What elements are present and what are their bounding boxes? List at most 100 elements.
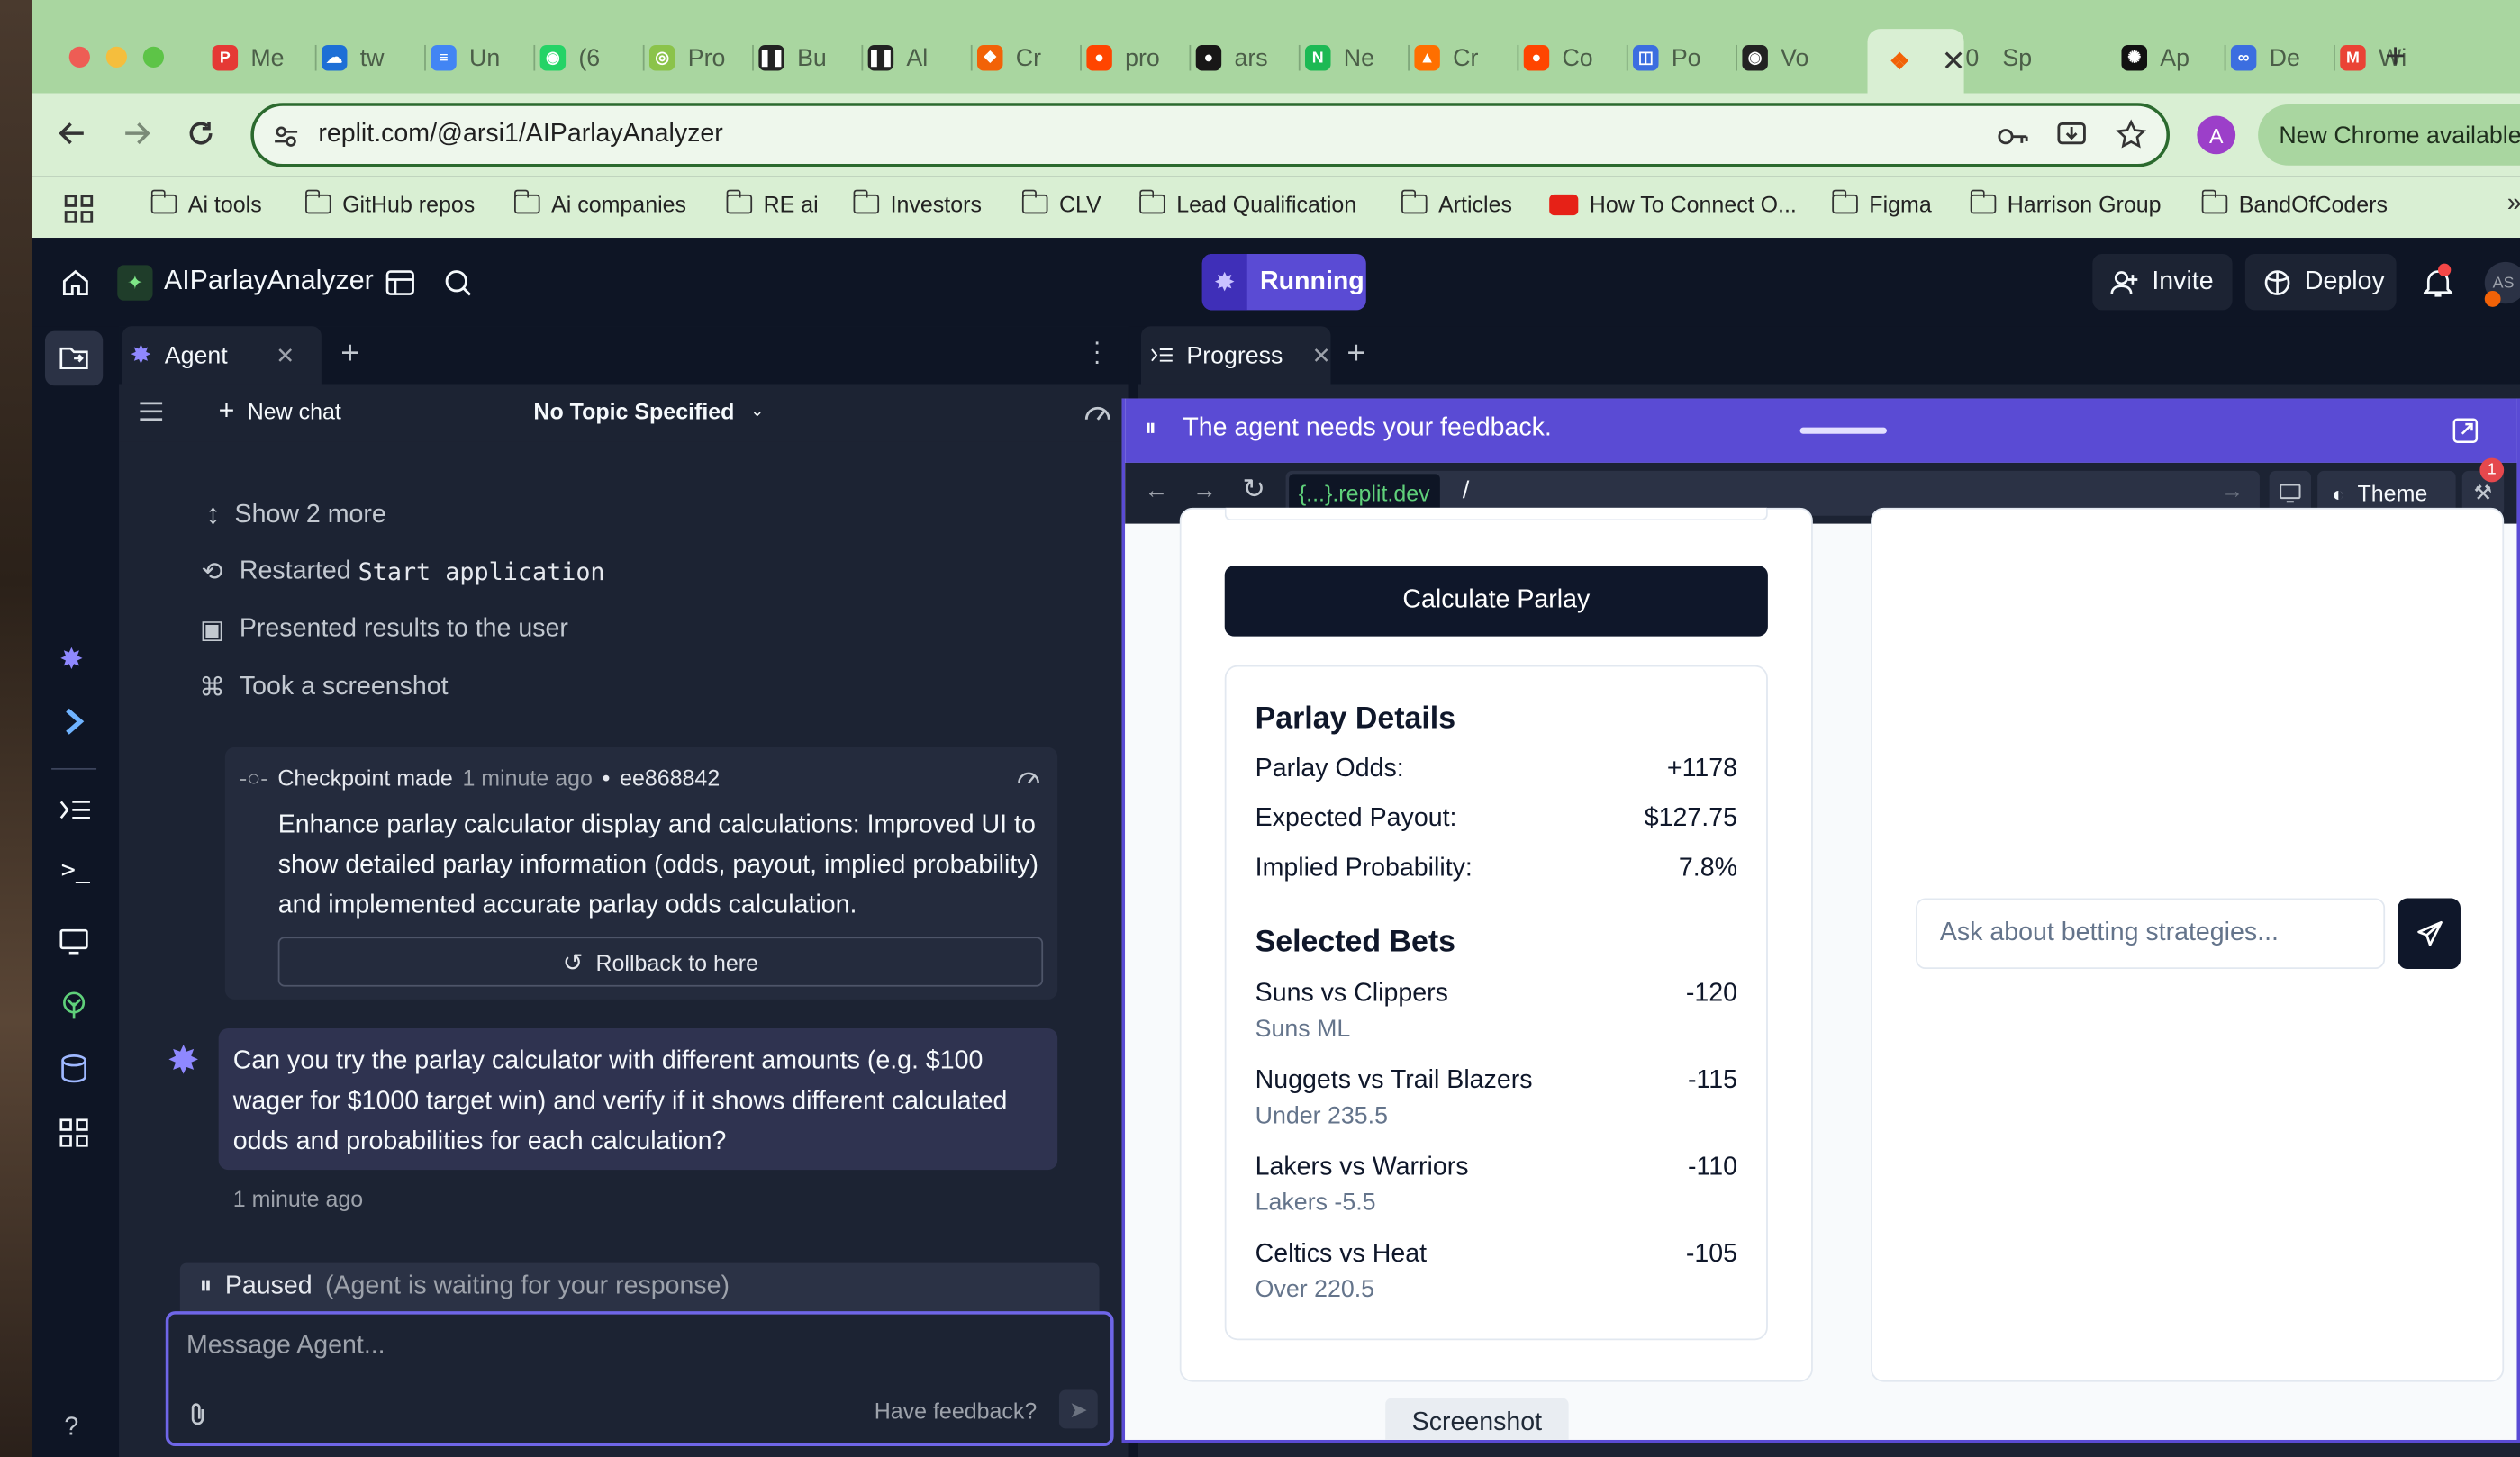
tab-cr[interactable]: ❖ Cr [976,35,1067,80]
go-icon[interactable]: → [2221,477,2244,503]
tab-ap[interactable]: ✺ Ap [2121,35,2211,80]
panel-menu-icon[interactable]: · · · [1092,330,1101,376]
project-icon[interactable]: ✦ [117,265,153,301]
bookmark-re-ai[interactable]: RE ai [726,189,819,217]
back-icon[interactable] [58,119,86,148]
tab-(6[interactable]: ◉ (6 [539,35,630,80]
tab-tw[interactable]: ☁ tw [321,35,412,80]
invite-button[interactable]: Invite [2092,253,2233,311]
close-agent-tab-icon[interactable]: ✕ [276,341,295,368]
assistant-icon[interactable] [61,707,87,736]
checkpoint-hash[interactable]: ee868842 [620,765,720,791]
drag-handle[interactable] [1799,427,1887,434]
agent-step[interactable]: ⌘ Took a screenshot [199,672,448,704]
help-icon[interactable]: ? [64,1414,78,1443]
bookmark-figma[interactable]: Figma [1832,189,1932,217]
message-input[interactable]: Message Agent... [186,1332,385,1361]
tab-al[interactable]: ❚❚ Al [867,35,958,80]
database-icon[interactable] [59,1054,88,1083]
new-tab-icon[interactable]: + [2385,35,2406,77]
tab-sp[interactable]: 0 [1965,35,2045,80]
tab-pro[interactable]: ● pro [1086,35,1176,80]
bookmark-investors[interactable]: Investors [853,189,982,217]
tab-agent[interactable]: ✸ Agent ✕ [122,326,322,385]
speed-gauge-icon[interactable] [1083,400,1112,422]
tab-active[interactable]: ❖ ✕ [1867,29,1966,94]
project-name[interactable]: AIParlayAnalyzer [164,265,374,297]
close-window-icon[interactable] [68,46,90,68]
bookmark-harrison-group[interactable]: Harrison Group [1970,189,2162,217]
bookmark-bandofcoders[interactable]: BandOfCoders [2201,189,2388,217]
agent-step[interactable]: ▣ Presented results to the user [199,614,568,647]
bookmark-github-repos[interactable]: GitHub repos [305,189,475,217]
preview-reload-icon[interactable]: ↻ [1242,474,1265,506]
show-more-button[interactable]: ↕ Show 2 more [205,498,385,531]
tree-icon[interactable] [59,991,88,1020]
add-tab-icon[interactable]: + [340,336,359,373]
webview-icon[interactable] [59,928,88,955]
files-panel-icon[interactable] [385,268,414,297]
tab-co[interactable]: ● Co [1523,35,1614,80]
search-icon[interactable] [444,268,473,297]
forward-icon[interactable] [122,119,151,148]
home-icon[interactable] [61,268,90,297]
tab-separator [1626,44,1628,71]
preview-forward-icon[interactable]: → [1192,477,1217,504]
minimize-window-icon[interactable] [105,46,127,68]
more-bookmarks-icon[interactable]: » [2507,190,2520,219]
agent-icon[interactable]: ✸ [59,643,84,676]
files-icon[interactable] [59,344,88,373]
bookmark-how-to-connect-o[interactable]: How To Connect O... [1549,191,1797,217]
bookmark-ai-companies[interactable]: Ai companies [514,189,686,217]
tab-me[interactable]: P Me [212,35,303,80]
close-progress-tab-icon[interactable]: ✕ [1312,341,1331,368]
popout-icon[interactable] [2452,418,2479,444]
strategy-chat-input[interactable]: Ask about betting strategies... [1916,898,2386,970]
close-tab-icon[interactable]: ✕ [1942,44,1966,77]
tab-un[interactable]: ≡ Un [431,35,521,80]
deploy-button[interactable]: Deploy [2244,253,2397,311]
tab-progress[interactable]: Progress ✕ [1140,326,1331,385]
tab-po[interactable]: ◫ Po [1632,35,1723,80]
new-chat-button[interactable]: + New chat [219,395,341,428]
chat-list-icon[interactable] [140,402,163,421]
update-chrome-button[interactable]: New Chrome available [2258,104,2520,166]
tab-ars[interactable]: ● ars [1195,35,1286,80]
bookmark-clv[interactable]: CLV [1021,189,1101,217]
tab-bu[interactable]: ❚❚ Bu [758,35,848,80]
calculate-parlay-button[interactable]: Calculate Parlay [1224,566,1768,637]
bookmark-ai-tools[interactable]: Ai tools [150,189,262,217]
agent-tabbar: ✸ Agent ✕ + · · · [119,326,1129,385]
tab-de[interactable]: ∞ De [2230,35,2321,80]
bookmark-lead-qualification[interactable]: Lead Qualification [1139,189,1356,217]
tab-vo[interactable]: ◉ Vo [1742,35,1832,80]
feedback-link[interactable]: Have feedback? [875,1398,1038,1424]
run-status-button[interactable]: ✸ Running [1201,253,1366,311]
key-icon[interactable] [1996,122,2028,151]
checkpoint-gauge-icon[interactable] [1016,766,1042,785]
agent-step[interactable]: ⟲ Restarted Start application [199,556,605,588]
attach-icon[interactable] [186,1401,209,1427]
install-app-icon[interactable] [2057,121,2086,149]
tab-pro[interactable]: ◎ Pro [648,35,739,80]
add-progress-tab-icon[interactable]: + [1346,336,1365,373]
console-icon[interactable]: >_ [61,855,90,883]
site-info-icon[interactable] [273,123,299,149]
bookmark-articles[interactable]: Articles [1401,189,1512,217]
message-input-box[interactable]: Message Agent... Have feedback? ➤ [165,1311,1114,1446]
progress-icon[interactable] [59,797,92,823]
reload-icon[interactable] [186,119,215,148]
tab-cr[interactable]: ▲ Cr [1414,35,1504,80]
apps-grid-icon[interactable] [64,195,94,223]
maximize-window-icon[interactable] [142,46,165,68]
send-strategy-button[interactable] [2398,898,2461,970]
bookmark-star-icon[interactable] [2115,119,2147,151]
preview-back-icon[interactable]: ← [1145,477,1169,504]
rollback-button[interactable]: ↺ Rollback to here [277,937,1044,987]
address-bar[interactable]: replit.com/@arsi1/AIParlayAnalyzer [250,103,2170,167]
send-icon[interactable]: ➤ [1058,1389,1098,1429]
topic-selector[interactable]: No Topic Specified ⌄ [533,399,764,425]
tab-ne[interactable]: N Ne [1304,35,1395,80]
all-tools-icon[interactable] [59,1118,88,1147]
profile-avatar[interactable]: A [2197,115,2236,155]
